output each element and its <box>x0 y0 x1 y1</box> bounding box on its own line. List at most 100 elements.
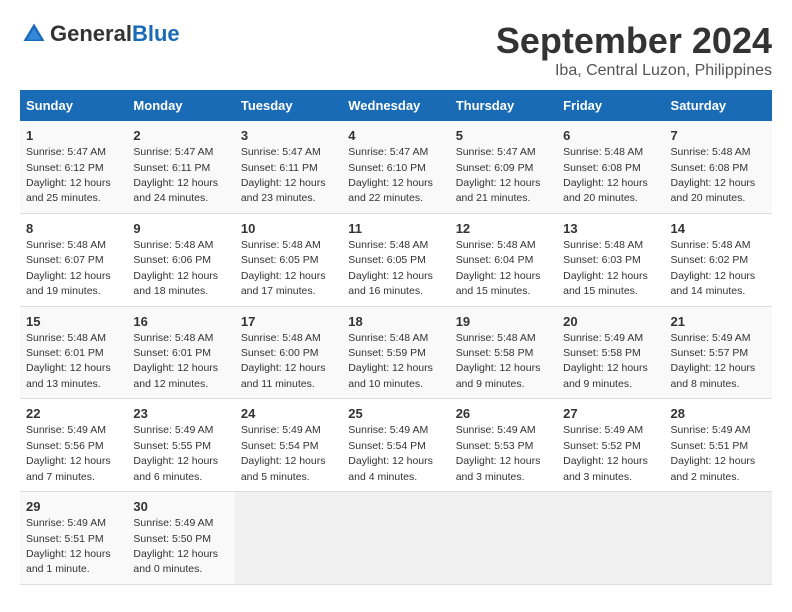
day-detail: and 17 minutes. <box>241 285 316 297</box>
calendar-cell: 10Sunrise: 5:48 AMSunset: 6:05 PMDayligh… <box>235 213 342 306</box>
day-detail: Sunset: 6:02 PM <box>671 254 749 266</box>
day-detail: Sunrise: 5:48 AM <box>456 239 536 251</box>
day-detail: Daylight: 12 hours <box>563 455 648 467</box>
calendar-cell: 13Sunrise: 5:48 AMSunset: 6:03 PMDayligh… <box>557 213 664 306</box>
calendar-row: 15Sunrise: 5:48 AMSunset: 6:01 PMDayligh… <box>20 306 772 399</box>
calendar-cell: 22Sunrise: 5:49 AMSunset: 5:56 PMDayligh… <box>20 399 127 492</box>
logo-blue-text: Blue <box>132 21 180 47</box>
day-number: 22 <box>26 405 121 423</box>
calendar-cell: 25Sunrise: 5:49 AMSunset: 5:54 PMDayligh… <box>342 399 449 492</box>
calendar-cell: 17Sunrise: 5:48 AMSunset: 6:00 PMDayligh… <box>235 306 342 399</box>
calendar-cell: 20Sunrise: 5:49 AMSunset: 5:58 PMDayligh… <box>557 306 664 399</box>
day-detail: Sunset: 5:54 PM <box>241 440 319 452</box>
calendar-cell: 15Sunrise: 5:48 AMSunset: 6:01 PMDayligh… <box>20 306 127 399</box>
day-detail: and 7 minutes. <box>26 471 95 483</box>
day-detail: Sunrise: 5:48 AM <box>133 239 213 251</box>
calendar-row: 8Sunrise: 5:48 AMSunset: 6:07 PMDaylight… <box>20 213 772 306</box>
day-detail: and 19 minutes. <box>26 285 101 297</box>
day-number: 15 <box>26 313 121 331</box>
day-detail: and 2 minutes. <box>671 471 740 483</box>
day-detail: Sunrise: 5:48 AM <box>456 332 536 344</box>
calendar-table: Sunday Monday Tuesday Wednesday Thursday… <box>20 90 772 585</box>
day-number: 16 <box>133 313 228 331</box>
day-detail: and 15 minutes. <box>563 285 638 297</box>
day-detail: Daylight: 12 hours <box>671 270 756 282</box>
calendar-cell: 21Sunrise: 5:49 AMSunset: 5:57 PMDayligh… <box>665 306 772 399</box>
day-number: 6 <box>563 127 658 145</box>
day-detail: Daylight: 12 hours <box>563 270 648 282</box>
day-detail: Sunrise: 5:47 AM <box>348 146 428 158</box>
day-number: 24 <box>241 405 336 423</box>
day-detail: Daylight: 12 hours <box>671 455 756 467</box>
calendar-cell <box>235 492 342 585</box>
day-number: 21 <box>671 313 766 331</box>
day-detail: Daylight: 12 hours <box>348 177 433 189</box>
day-detail: Daylight: 12 hours <box>456 455 541 467</box>
day-detail: Sunrise: 5:49 AM <box>671 424 751 436</box>
day-number: 26 <box>456 405 551 423</box>
logo: GeneralBlue <box>20 20 180 48</box>
day-number: 7 <box>671 127 766 145</box>
header-tuesday: Tuesday <box>235 90 342 121</box>
day-detail: Daylight: 12 hours <box>26 455 111 467</box>
day-detail: and 9 minutes. <box>456 378 525 390</box>
day-detail: Sunrise: 5:49 AM <box>563 424 643 436</box>
day-detail: Daylight: 12 hours <box>26 362 111 374</box>
calendar-row: 1Sunrise: 5:47 AMSunset: 6:12 PMDaylight… <box>20 121 772 213</box>
day-detail: and 25 minutes. <box>26 192 101 204</box>
calendar-cell: 29Sunrise: 5:49 AMSunset: 5:51 PMDayligh… <box>20 492 127 585</box>
day-detail: and 6 minutes. <box>133 471 202 483</box>
day-detail: Sunrise: 5:49 AM <box>241 424 321 436</box>
day-detail: Sunset: 6:08 PM <box>671 162 749 174</box>
weekday-header-row: Sunday Monday Tuesday Wednesday Thursday… <box>20 90 772 121</box>
day-detail: and 3 minutes. <box>456 471 525 483</box>
day-detail: Sunrise: 5:47 AM <box>133 146 213 158</box>
day-number: 10 <box>241 220 336 238</box>
calendar-cell: 14Sunrise: 5:48 AMSunset: 6:02 PMDayligh… <box>665 213 772 306</box>
day-detail: Sunrise: 5:49 AM <box>133 424 213 436</box>
day-detail: Sunset: 6:08 PM <box>563 162 641 174</box>
day-number: 18 <box>348 313 443 331</box>
day-detail: Sunrise: 5:48 AM <box>348 332 428 344</box>
day-detail: and 15 minutes. <box>456 285 531 297</box>
calendar-cell: 7Sunrise: 5:48 AMSunset: 6:08 PMDaylight… <box>665 121 772 213</box>
day-detail: Sunrise: 5:49 AM <box>133 517 213 529</box>
day-detail: and 3 minutes. <box>563 471 632 483</box>
day-detail: and 5 minutes. <box>241 471 310 483</box>
day-detail: Sunrise: 5:48 AM <box>133 332 213 344</box>
header-friday: Friday <box>557 90 664 121</box>
day-detail: Daylight: 12 hours <box>563 362 648 374</box>
day-detail: Daylight: 12 hours <box>241 362 326 374</box>
day-detail: Daylight: 12 hours <box>348 270 433 282</box>
day-detail: and 23 minutes. <box>241 192 316 204</box>
calendar-row: 22Sunrise: 5:49 AMSunset: 5:56 PMDayligh… <box>20 399 772 492</box>
day-detail: and 18 minutes. <box>133 285 208 297</box>
day-detail: Daylight: 12 hours <box>133 362 218 374</box>
day-number: 9 <box>133 220 228 238</box>
day-detail: Daylight: 12 hours <box>456 270 541 282</box>
logo-icon <box>20 20 48 48</box>
day-number: 12 <box>456 220 551 238</box>
day-detail: Daylight: 12 hours <box>26 270 111 282</box>
day-detail: Sunrise: 5:48 AM <box>241 332 321 344</box>
calendar-cell <box>557 492 664 585</box>
day-number: 23 <box>133 405 228 423</box>
day-number: 5 <box>456 127 551 145</box>
calendar-row: 29Sunrise: 5:49 AMSunset: 5:51 PMDayligh… <box>20 492 772 585</box>
day-detail: and 21 minutes. <box>456 192 531 204</box>
day-number: 29 <box>26 498 121 516</box>
day-number: 8 <box>26 220 121 238</box>
day-detail: Daylight: 12 hours <box>26 177 111 189</box>
calendar-cell: 27Sunrise: 5:49 AMSunset: 5:52 PMDayligh… <box>557 399 664 492</box>
header-saturday: Saturday <box>665 90 772 121</box>
day-detail: and 24 minutes. <box>133 192 208 204</box>
day-detail: Daylight: 12 hours <box>563 177 648 189</box>
day-detail: Daylight: 12 hours <box>133 455 218 467</box>
day-detail: Sunset: 6:10 PM <box>348 162 426 174</box>
day-detail: and 22 minutes. <box>348 192 423 204</box>
day-detail: Daylight: 12 hours <box>133 177 218 189</box>
day-detail: Sunset: 6:05 PM <box>241 254 319 266</box>
day-detail: and 20 minutes. <box>563 192 638 204</box>
day-detail: Sunrise: 5:49 AM <box>26 424 106 436</box>
header-wednesday: Wednesday <box>342 90 449 121</box>
